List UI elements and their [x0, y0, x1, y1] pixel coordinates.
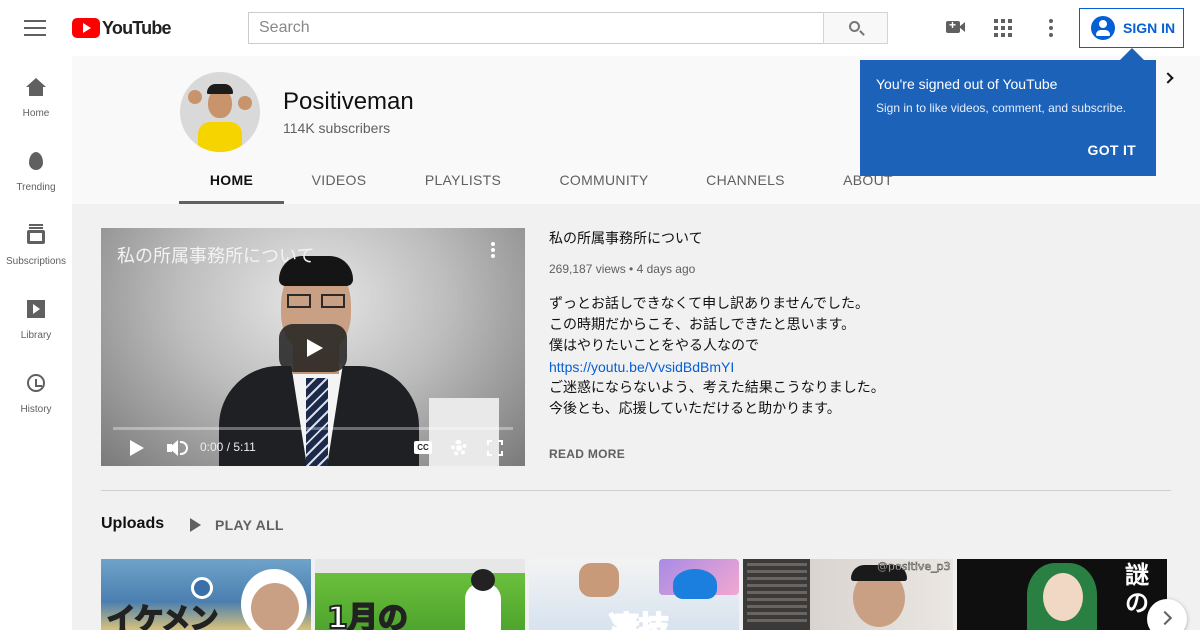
- tab-videos[interactable]: VIDEOS: [299, 160, 379, 204]
- channel-avatar[interactable]: [180, 72, 260, 152]
- settings-icon[interactable]: [451, 440, 467, 456]
- apps-icon[interactable]: [994, 19, 1012, 37]
- got-it-button[interactable]: GOT IT: [1078, 142, 1146, 158]
- tab-playlists[interactable]: PLAYLISTS: [411, 160, 515, 204]
- home-icon: [26, 78, 46, 87]
- popup-title: You're signed out of YouTube: [876, 76, 1058, 92]
- featured-video-meta: 269,187 views • 4 days ago: [549, 262, 696, 276]
- subscriptions-icon: [27, 230, 45, 244]
- video-progress-bar[interactable]: [113, 427, 513, 430]
- sidebar-item-label: Trending: [16, 182, 56, 193]
- create-video-icon[interactable]: [946, 18, 965, 33]
- description-line: 今後とも、応援していただけると助かります。: [549, 401, 841, 417]
- top-bar: YouTube Search SIGN IN: [0, 0, 1200, 56]
- carousel-next-button[interactable]: [1147, 599, 1187, 630]
- upload-thumbnail[interactable]: 1月の: [315, 559, 525, 630]
- thumbnail-text: 1月の: [326, 600, 409, 630]
- video-time: 0:00 / 5:11: [200, 440, 256, 454]
- captions-icon[interactable]: CC: [414, 441, 432, 454]
- description-line: ご迷惑にならないよう、考えた結果こうなりました。: [549, 380, 885, 396]
- tab-community[interactable]: COMMUNITY: [550, 160, 658, 204]
- sidebar-item-subscriptions[interactable]: Subscriptions: [0, 204, 72, 278]
- history-icon: [27, 374, 45, 392]
- library-icon: [27, 300, 45, 318]
- play-all-label: PLAY ALL: [215, 517, 284, 533]
- account-icon: [1091, 16, 1115, 40]
- upload-thumbnail[interactable]: @positive_p3: [743, 559, 953, 630]
- thumbnail-text: イケメン: [106, 601, 219, 630]
- upload-thumbnail[interactable]: 謎の: [957, 559, 1167, 630]
- video-overlay-title[interactable]: 私の所属事務所について: [117, 242, 314, 268]
- featured-video-player[interactable]: 私の所属事務所について 0:00 / 5:11 CC: [101, 228, 525, 466]
- featured-video-description: ずっとお話しできなくて申し訳ありませんでした。 この時期だからこそ、お話しできた…: [549, 294, 1109, 420]
- tab-home[interactable]: HOME: [179, 160, 284, 204]
- search-input[interactable]: Search: [248, 12, 824, 44]
- tab-channels[interactable]: CHANNELS: [697, 160, 794, 204]
- uploads-title[interactable]: Uploads: [101, 515, 164, 533]
- play-icon[interactable]: [130, 440, 144, 456]
- sidebar-item-label: Library: [20, 330, 52, 341]
- video-more-icon[interactable]: [491, 242, 495, 258]
- sidebar-item-history[interactable]: History: [0, 352, 72, 426]
- sign-in-label: SIGN IN: [1123, 20, 1176, 36]
- sidebar-item-home[interactable]: Home: [0, 56, 72, 130]
- thumbnail-text: 凄技: [608, 610, 670, 630]
- thumbnail-text: @positive_p3: [877, 560, 951, 574]
- play-all-button[interactable]: PLAY ALL: [190, 517, 284, 533]
- section-divider: [101, 490, 1171, 491]
- upload-thumbnail[interactable]: 凄技: [529, 559, 739, 630]
- channel-name: Positiveman: [283, 88, 414, 115]
- logo-text: YouTube: [102, 17, 172, 38]
- chevron-right-icon[interactable]: [1162, 72, 1174, 84]
- flame-icon: [29, 152, 43, 170]
- read-more-button[interactable]: READ MORE: [549, 447, 625, 461]
- sidebar: Home Trending Subscriptions Library Hist…: [0, 56, 72, 630]
- sidebar-item-label: Home: [22, 108, 50, 119]
- description-line: ずっとお話しできなくて申し訳ありませんでした。: [549, 296, 870, 312]
- sign-in-button[interactable]: SIGN IN: [1079, 8, 1184, 48]
- signed-out-popup: You're signed out of YouTube Sign in to …: [860, 60, 1156, 176]
- featured-video-title[interactable]: 私の所属事務所について: [549, 228, 703, 248]
- search-button[interactable]: [823, 12, 888, 44]
- description-link[interactable]: https://youtu.be/VvsidBdBmYI: [549, 357, 1109, 378]
- more-options-icon[interactable]: [1049, 19, 1053, 37]
- popup-subtitle: Sign in to like videos, comment, and sub…: [876, 101, 1127, 115]
- play-all-icon: [190, 518, 201, 532]
- description-line: この時期だからこそ、お話しできたと思います。: [549, 317, 856, 333]
- subscriber-count: 114K subscribers: [283, 120, 391, 136]
- description-line: 僕はやりたいことをやる人なので: [549, 338, 759, 354]
- youtube-play-icon: [72, 18, 100, 38]
- youtube-logo[interactable]: YouTube: [72, 17, 172, 38]
- sidebar-item-label: Subscriptions: [5, 256, 67, 267]
- fullscreen-icon[interactable]: [487, 440, 503, 456]
- upload-thumbnail[interactable]: イケメン: [101, 559, 311, 630]
- menu-icon[interactable]: [24, 20, 46, 36]
- large-play-button[interactable]: [279, 324, 347, 372]
- sidebar-item-library[interactable]: Library: [0, 278, 72, 352]
- sidebar-item-trending[interactable]: Trending: [0, 130, 72, 204]
- search-icon: [849, 21, 860, 32]
- popup-arrow: [1120, 48, 1144, 60]
- sidebar-item-label: History: [20, 404, 52, 415]
